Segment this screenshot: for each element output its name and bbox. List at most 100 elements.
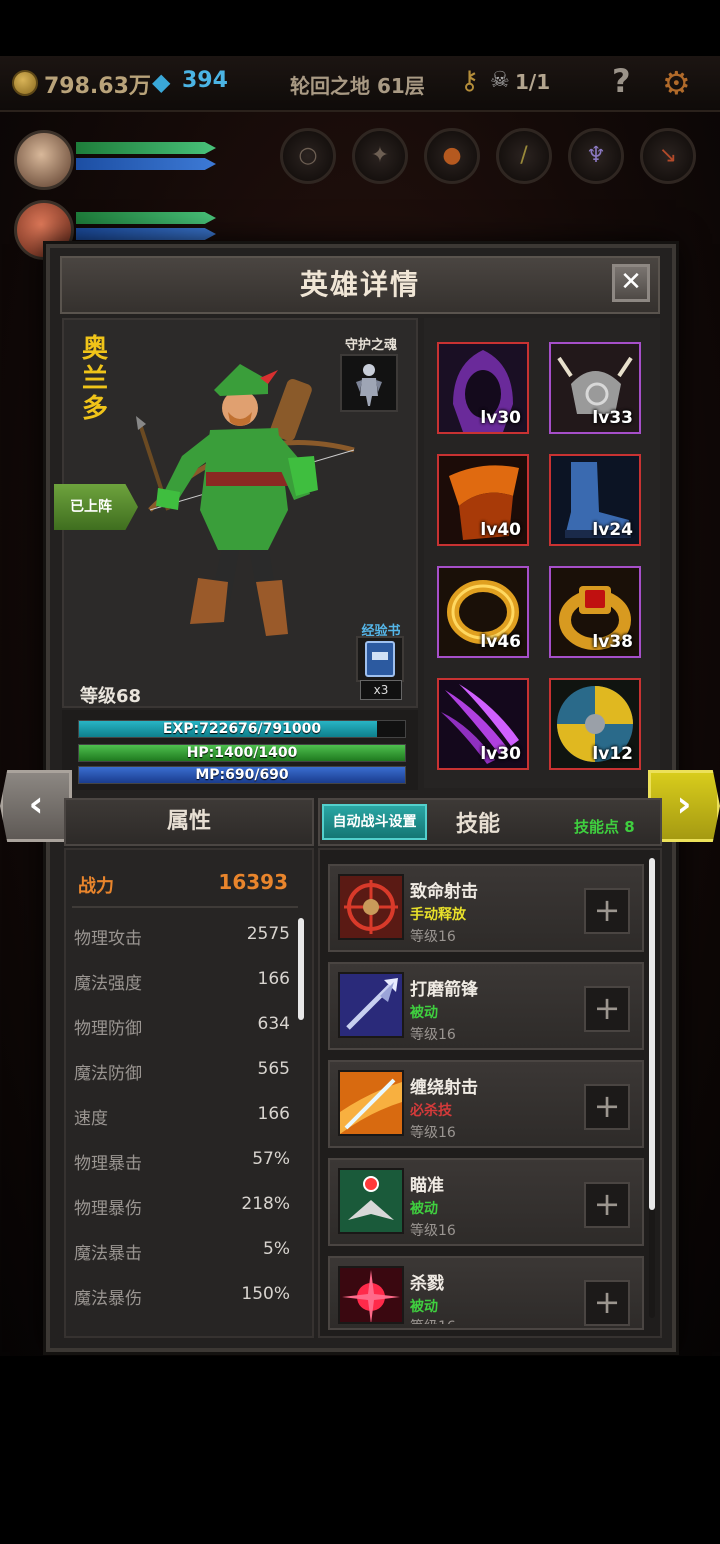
skill-level: 等级16 <box>410 1125 456 1141</box>
upgrade-skill-button[interactable]: + <box>584 888 630 934</box>
top-bar: 798.63万 ◆ 394 轮回之地 61层 ⚷ ☠ 1/1 ? ⚙ <box>0 56 720 112</box>
skill-type: 被动 <box>410 1299 438 1315</box>
skill-name: 瞄准 <box>410 1176 444 1196</box>
skill-type: 手动释放 <box>410 907 466 923</box>
panel-title: 英雄详情 <box>299 268 420 301</box>
hp-bar-text: HP:1400/1400 <box>186 745 298 761</box>
skill-level: 等级16 <box>410 1223 456 1239</box>
attribute-value: 57% <box>252 1149 290 1169</box>
equip-slot-shoulder[interactable]: lv33 <box>549 342 641 434</box>
equip-slot-hood[interactable]: lv30 <box>437 342 529 434</box>
arrow-skill-icon <box>338 972 404 1038</box>
power-value: 16393 <box>218 870 288 894</box>
equip-level: lv46 <box>480 632 521 652</box>
mp-bar-text: MP:690/690 <box>195 767 289 783</box>
attribute-row: 物理攻击 2575 <box>74 924 290 952</box>
exp-bar: EXP:722676/791000 <box>78 720 406 738</box>
equip-level: lv30 <box>480 408 521 428</box>
skill-type: 被动 <box>410 1005 438 1021</box>
eagle-icon[interactable]: ✦ <box>352 128 408 184</box>
attribute-value: 218% <box>241 1194 290 1214</box>
skill-name: 致命射击 <box>410 882 478 902</box>
skill-name: 缠绕射击 <box>410 1078 478 1098</box>
attributes-tab[interactable]: 属性 <box>64 798 314 846</box>
skill-type: 被动 <box>410 1201 438 1217</box>
attributes-divider <box>72 906 298 908</box>
pumpkin-icon[interactable]: ● <box>424 128 480 184</box>
team-hero-mp-bar <box>76 158 216 170</box>
attribute-name: 物理防御 <box>74 1019 142 1039</box>
carrot-icon[interactable]: ↘ <box>640 128 696 184</box>
skill-name: 打磨箭锋 <box>410 980 478 1000</box>
upgrade-skill-button[interactable]: + <box>584 986 630 1032</box>
attribute-name: 物理暴击 <box>74 1154 142 1174</box>
equip-level: lv24 <box>592 520 633 540</box>
aim-skill-icon <box>338 1168 404 1234</box>
equip-level: lv38 <box>592 632 633 652</box>
attribute-row: 魔法防御 565 <box>74 1059 290 1087</box>
team-hero-hp-bar <box>76 142 216 154</box>
key-icon: ⚷ <box>460 66 480 96</box>
attribute-name: 魔法强度 <box>74 974 142 994</box>
scroll-icon[interactable]: / <box>496 128 552 184</box>
attribute-row: 速度 166 <box>74 1104 290 1132</box>
diamond-icon: ◆ <box>152 68 171 96</box>
attribute-name: 魔法防御 <box>74 1064 142 1084</box>
attribute-row: 物理暴击 57% <box>74 1149 290 1177</box>
equip-level: lv33 <box>592 408 633 428</box>
skills-scrollbar-thumb[interactable] <box>649 858 655 1210</box>
upgrade-skill-button[interactable]: + <box>584 1280 630 1326</box>
empty-slot-icon[interactable]: ○ <box>280 128 336 184</box>
equip-slot-cloak[interactable]: lv40 <box>437 454 529 546</box>
gear-icon[interactable]: ⚙ <box>662 64 691 102</box>
equip-slot-boots[interactable]: lv24 <box>549 454 641 546</box>
attribute-row: 魔法强度 166 <box>74 969 290 997</box>
skill-level: 等级16 <box>410 929 456 945</box>
attribute-value: 166 <box>257 1104 290 1124</box>
attribute-row: 物理防御 634 <box>74 1014 290 1042</box>
crosshair-skill-icon <box>338 874 404 940</box>
attribute-value: 166 <box>257 969 290 989</box>
exp-book-count: x3 <box>360 680 402 700</box>
stage-title: 轮回之地 61层 <box>290 74 425 98</box>
guard-soul-label: 守护之魂 <box>344 338 397 353</box>
diamond-amount: 394 <box>182 68 228 93</box>
equip-level: lv30 <box>480 744 521 764</box>
book-icon <box>365 641 395 677</box>
skill-name: 杀戮 <box>410 1274 444 1294</box>
prev-hero-button[interactable]: ‹ <box>0 770 72 842</box>
attribute-row: 魔法暴伤 150% <box>74 1284 290 1312</box>
team-hero-avatar[interactable] <box>14 130 74 190</box>
equip-slot-gem-ring[interactable]: lv38 <box>549 566 641 658</box>
auto-battle-settings-button[interactable]: 自动战斗设置 <box>322 804 427 840</box>
equip-slot-claw[interactable]: lv30 <box>437 678 529 770</box>
fire-arrow-skill-icon <box>338 1070 404 1136</box>
attribute-value: 565 <box>257 1059 290 1079</box>
skill-level: 等级16 <box>410 1027 456 1043</box>
skull-icon: ☠ <box>490 68 510 93</box>
gold-amount: 798.63万 <box>44 74 151 99</box>
equip-slot-shield[interactable]: lv12 <box>549 678 641 770</box>
team-hero-mp-bar <box>76 228 216 240</box>
exp-book-slot[interactable] <box>356 636 404 682</box>
skills-tab[interactable]: 技能 <box>440 806 516 838</box>
hero-name: 奥兰多 <box>81 334 108 424</box>
help-button[interactable]: ? <box>612 62 631 100</box>
attribute-value: 150% <box>241 1284 290 1304</box>
attribute-value: 634 <box>257 1014 290 1034</box>
mp-bar: MP:690/690 <box>78 766 406 784</box>
dragon-icon[interactable]: ♆ <box>568 128 624 184</box>
close-button[interactable]: ✕ <box>612 264 650 302</box>
equip-level: lv40 <box>480 520 521 540</box>
attribute-name: 魔法暴击 <box>74 1244 142 1264</box>
attribute-name: 速度 <box>74 1109 108 1129</box>
hp-bar: HP:1400/1400 <box>78 744 406 762</box>
attribute-row: 物理暴伤 218% <box>74 1194 290 1222</box>
equip-slot-ring[interactable]: lv46 <box>437 566 529 658</box>
attribute-name: 物理暴伤 <box>74 1199 142 1219</box>
skill-level: 等级16 <box>410 1316 456 1324</box>
upgrade-skill-button[interactable]: + <box>584 1084 630 1130</box>
upgrade-skill-button[interactable]: + <box>584 1182 630 1228</box>
attribute-name: 物理攻击 <box>74 929 142 949</box>
attributes-scrollbar[interactable] <box>298 918 304 1020</box>
